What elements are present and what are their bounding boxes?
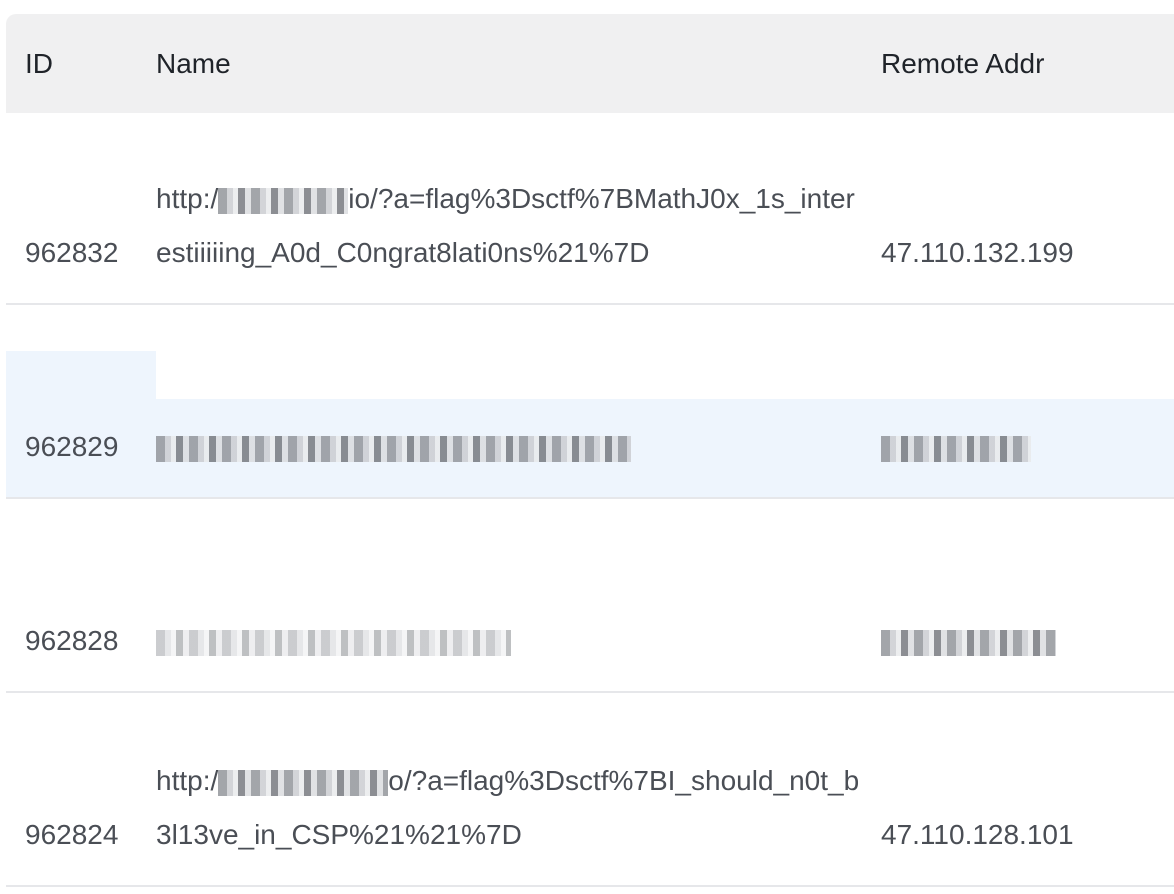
redacted-host xyxy=(218,769,389,796)
row-remote-addr xyxy=(881,420,1174,497)
row-id: 962824 xyxy=(6,808,156,885)
table-row-highlighted[interactable]: 962829 xyxy=(6,305,1174,499)
redacted-host xyxy=(218,187,349,214)
redacted-name xyxy=(156,435,631,462)
row-id-value: 962824 xyxy=(25,819,119,850)
row-name xyxy=(156,614,881,691)
redacted-addr xyxy=(881,435,1031,462)
row-name xyxy=(156,420,881,497)
row-remote-addr xyxy=(881,614,1174,691)
row-name-prefix: http:/ xyxy=(156,765,219,796)
row-name: http:/io/?a=flag%3Dsctf%7BMathJ0x_1s_int… xyxy=(156,172,881,303)
row-id: 962832 xyxy=(6,226,156,303)
row-id-value: 962832 xyxy=(25,237,119,268)
row-id-value: 962828 xyxy=(25,625,119,656)
row-remote-addr: 47.110.128.101 xyxy=(881,819,1074,850)
column-header-id[interactable]: ID xyxy=(6,46,156,82)
records-table: ID Name Remote Addr 962832 http:/io/?a=f… xyxy=(6,14,1174,887)
row-id: 962828 xyxy=(6,614,156,691)
row-remote-addr: 47.110.132.199 xyxy=(881,237,1074,268)
table-row[interactable]: 962832 http:/io/?a=flag%3Dsctf%7BMathJ0x… xyxy=(6,113,1174,305)
column-header-name[interactable]: Name xyxy=(156,46,881,82)
column-header-remote-addr[interactable]: Remote Addr xyxy=(881,46,1174,82)
row-id: 962829 xyxy=(6,420,156,497)
table-header: ID Name Remote Addr xyxy=(6,14,1174,113)
row-id-value: 962829 xyxy=(25,431,119,462)
redacted-addr xyxy=(881,629,1056,656)
row-name-prefix: http:/ xyxy=(156,183,219,214)
redacted-name xyxy=(156,629,511,656)
table-row[interactable]: 962824 http:/o/?a=flag%3Dsctf%7BI_should… xyxy=(6,693,1174,887)
row-name: http:/o/?a=flag%3Dsctf%7BI_should_n0t_b3… xyxy=(156,754,881,885)
table-row[interactable]: 962828 xyxy=(6,499,1174,693)
